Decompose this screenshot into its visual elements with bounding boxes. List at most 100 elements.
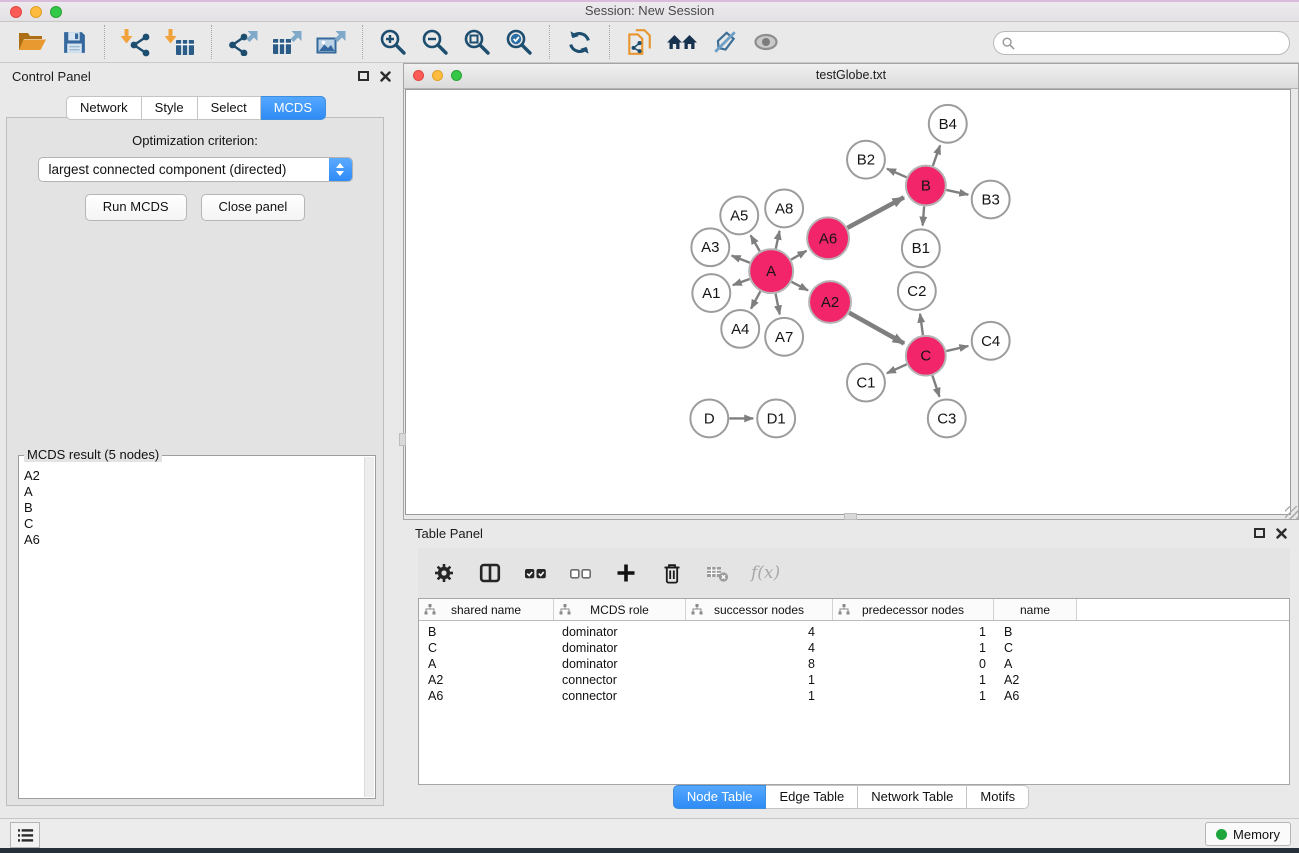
minimize-window-icon[interactable] — [30, 6, 42, 18]
column-header-shared-name[interactable]: shared name — [419, 599, 554, 620]
graph-node-C4[interactable]: C4 — [972, 322, 1010, 360]
network-document-icon[interactable] — [619, 24, 659, 60]
zoom-out-icon[interactable] — [414, 24, 456, 60]
graph-node-B1[interactable]: B1 — [902, 229, 940, 267]
tab-edge-table[interactable]: Edge Table — [766, 785, 858, 809]
graph-node-A8[interactable]: A8 — [765, 190, 803, 228]
graph-edge-A-A2[interactable] — [792, 282, 808, 291]
hide-annotations-icon[interactable] — [705, 24, 745, 60]
graph-edge-A2-C[interactable] — [849, 313, 904, 344]
task-history-button[interactable] — [10, 822, 40, 848]
tab-mcds[interactable]: MCDS — [261, 96, 326, 120]
graph-edge-C-C4[interactable] — [946, 346, 968, 351]
tab-node-table[interactable]: Node Table — [673, 785, 767, 809]
graph-node-C[interactable]: C — [906, 336, 946, 376]
add-column-icon[interactable] — [614, 561, 638, 585]
mcds-result-item[interactable]: A2 — [21, 468, 364, 484]
table-row[interactable]: A6connector11A6 — [419, 688, 1289, 704]
mcds-result-item[interactable]: A — [21, 484, 364, 500]
function-builder-icon[interactable]: f(x) — [751, 563, 780, 583]
graph-edge-C-C2[interactable] — [920, 314, 923, 335]
graph-edge-A-A5[interactable] — [751, 235, 760, 251]
float-panel-icon[interactable] — [1254, 528, 1265, 538]
import-table-icon[interactable] — [158, 24, 202, 60]
tab-style[interactable]: Style — [142, 96, 198, 120]
vertical-scroll-thumb[interactable] — [399, 433, 406, 446]
graph-edge-B-B4[interactable] — [933, 145, 940, 165]
graph-node-B2[interactable]: B2 — [847, 141, 885, 179]
graph-node-A4[interactable]: A4 — [721, 310, 759, 348]
graph-edge-C-C1[interactable] — [887, 364, 907, 373]
graph-node-A7[interactable]: A7 — [765, 318, 803, 356]
zoom-network-icon[interactable] — [451, 70, 462, 81]
open-session-icon[interactable] — [10, 24, 54, 60]
import-network-icon[interactable] — [114, 24, 158, 60]
graph-edge-B-B2[interactable] — [887, 169, 907, 178]
mcds-result-item[interactable]: A6 — [21, 532, 364, 548]
zoom-selected-icon[interactable] — [498, 24, 540, 60]
network-window-titlebar[interactable]: testGlobe.txt — [404, 64, 1298, 89]
graph-node-B[interactable]: B — [906, 166, 946, 206]
export-network-icon[interactable] — [221, 24, 265, 60]
search-field[interactable] — [993, 31, 1290, 55]
export-image-icon[interactable] — [309, 24, 353, 60]
table-row[interactable]: Adominator80A — [419, 656, 1289, 672]
graph-node-D[interactable]: D — [690, 400, 728, 438]
delete-table-icon[interactable] — [706, 564, 729, 583]
graph-edge-B-B3[interactable] — [946, 190, 968, 195]
graph-node-A2[interactable]: A2 — [809, 281, 851, 323]
home-icon[interactable] — [659, 24, 705, 60]
network-canvas[interactable]: AA1A2A3A4A5A6A7A8BB1B2B3B4CC1C2C3C4DD1 — [405, 89, 1291, 515]
table-row[interactable]: Cdominator41C — [419, 640, 1289, 656]
export-table-icon[interactable] — [265, 24, 309, 60]
graph-edge-B-B1[interactable] — [923, 206, 924, 225]
close-window-icon[interactable] — [10, 6, 22, 18]
graph-edge-A-A4[interactable] — [751, 291, 760, 308]
horizontal-scroll-thumb[interactable] — [844, 513, 857, 520]
table-row[interactable]: Bdominator41B — [419, 624, 1289, 640]
select-all-icon[interactable] — [524, 562, 547, 585]
apply-layout-icon[interactable] — [559, 24, 600, 60]
mcds-result-item[interactable]: B — [21, 500, 364, 516]
resize-grip[interactable] — [1285, 506, 1298, 519]
tab-network[interactable]: Network — [66, 96, 142, 120]
graph-edge-A-A7[interactable] — [776, 294, 780, 315]
float-panel-icon[interactable] — [358, 71, 369, 81]
graph-edge-A-A8[interactable] — [776, 231, 780, 249]
show-graphics-icon[interactable] — [745, 24, 787, 60]
graph-node-A3[interactable]: A3 — [691, 228, 729, 266]
column-header-mcds-role[interactable]: MCDS role — [554, 599, 686, 620]
graph-node-B3[interactable]: B3 — [972, 181, 1010, 219]
mcds-result-item[interactable]: C — [21, 516, 364, 532]
close-panel-icon[interactable] — [1276, 528, 1287, 539]
zoom-window-icon[interactable] — [50, 6, 62, 18]
graph-node-C2[interactable]: C2 — [898, 272, 936, 310]
settings-icon[interactable] — [432, 561, 456, 585]
delete-column-icon[interactable] — [660, 561, 684, 585]
result-scrollbar[interactable] — [364, 457, 374, 797]
graph-edge-A6-B[interactable] — [847, 197, 903, 227]
deselect-all-icon[interactable] — [569, 562, 592, 585]
graph-node-A6[interactable]: A6 — [807, 217, 849, 259]
split-view-icon[interactable] — [478, 561, 502, 585]
close-panel-button[interactable]: Close panel — [201, 194, 306, 221]
run-mcds-button[interactable]: Run MCDS — [85, 194, 187, 221]
tab-motifs[interactable]: Motifs — [967, 785, 1029, 809]
table-row[interactable]: A2connector11A2 — [419, 672, 1289, 688]
tab-select[interactable]: Select — [198, 96, 261, 120]
graph-edge-C-C3[interactable] — [932, 376, 939, 397]
graph-edge-A-A3[interactable] — [732, 256, 750, 263]
graph-node-C1[interactable]: C1 — [847, 364, 885, 402]
close-network-icon[interactable] — [413, 70, 424, 81]
criterion-select[interactable]: largest connected component (directed) — [38, 157, 353, 182]
graph-node-D1[interactable]: D1 — [757, 400, 795, 438]
graph-edge-A-A1[interactable] — [733, 279, 750, 285]
graph-node-A1[interactable]: A1 — [692, 274, 730, 312]
graph-node-B4[interactable]: B4 — [929, 105, 967, 143]
column-header-predecessor-nodes[interactable]: predecessor nodes — [833, 599, 994, 620]
save-session-icon[interactable] — [54, 24, 95, 60]
column-header-name[interactable]: name — [994, 599, 1077, 620]
zoom-fit-icon[interactable] — [456, 24, 498, 60]
graph-node-A[interactable]: A — [749, 249, 793, 293]
memory-button[interactable]: Memory — [1205, 822, 1291, 846]
